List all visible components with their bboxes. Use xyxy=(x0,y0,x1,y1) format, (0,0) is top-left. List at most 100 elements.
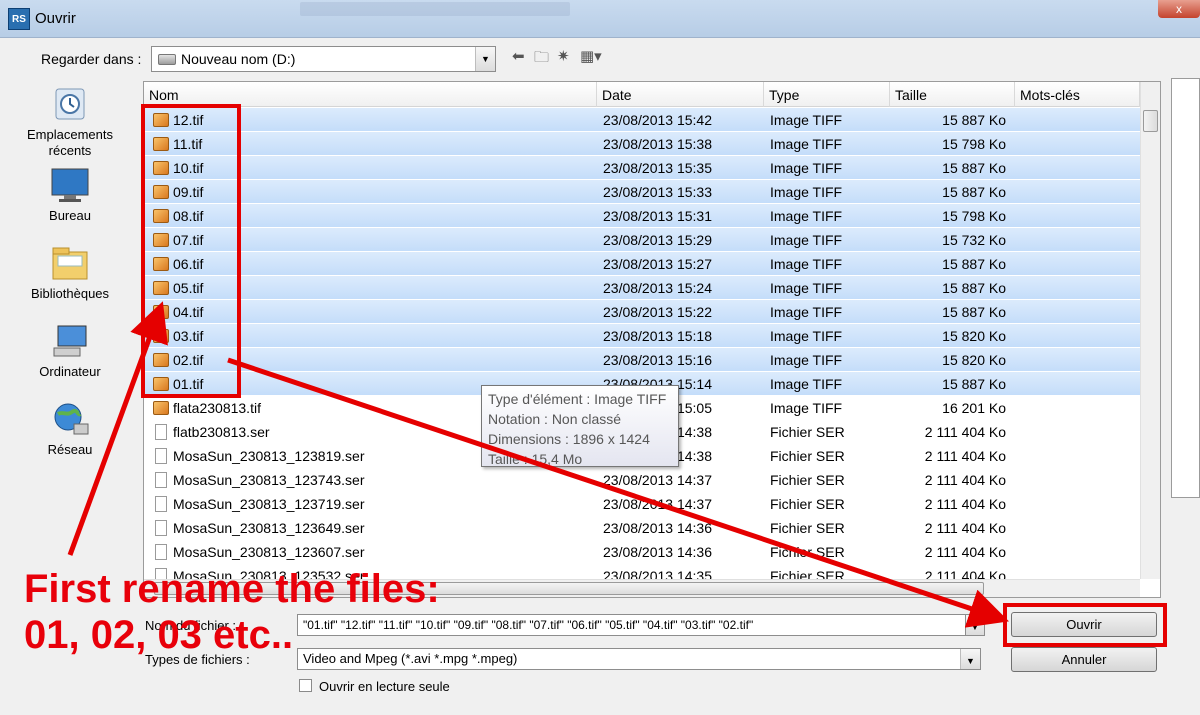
column-type[interactable]: Type xyxy=(764,82,890,107)
file-size: 15 820 Ko xyxy=(942,328,1006,344)
file-row[interactable]: 02.tif 23/08/2013 15:16 Image TIFF 15 820 K… xyxy=(144,348,1140,372)
filename-dropdown-icon[interactable]: ▼ xyxy=(965,614,985,636)
background-window-strip xyxy=(300,2,570,16)
place-desktop[interactable]: Bureau xyxy=(0,166,140,223)
annotation-line-2: 01, 02, 03 etc.. xyxy=(24,613,294,657)
place-recent-label: Emplacements récents xyxy=(27,127,113,158)
file-type: Image TIFF xyxy=(770,256,843,272)
file-size: 15 887 Ko xyxy=(942,112,1006,128)
file-name: flata230813.tif xyxy=(173,400,261,416)
file-row[interactable]: 03.tif 23/08/2013 15:18 Image TIFF 15 820 K… xyxy=(144,324,1140,348)
app-icon: RS xyxy=(8,8,30,30)
libraries-icon xyxy=(50,244,90,282)
file-date: 23/08/2013 15:18 xyxy=(603,328,712,344)
file-date: 23/08/2013 15:31 xyxy=(603,208,712,224)
annotation-box-open xyxy=(1003,603,1167,647)
column-date[interactable]: Date xyxy=(597,82,764,107)
file-row[interactable]: MosaSun_230813_123649.ser 23/08/2013 14:3… xyxy=(144,516,1140,540)
file-type: Image TIFF xyxy=(770,352,843,368)
file-tooltip: Type d'élément : Image TIFF Notation : N… xyxy=(481,385,679,467)
column-size[interactable]: Taille xyxy=(890,82,1015,107)
file-type: Image TIFF xyxy=(770,160,843,176)
place-libraries-label: Bibliothèques xyxy=(30,286,110,301)
file-size: 2 111 404 Ko xyxy=(924,448,1006,464)
vertical-scrollbar[interactable] xyxy=(1140,82,1160,579)
file-type: Image TIFF xyxy=(770,208,843,224)
file-date: 23/08/2013 14:37 xyxy=(603,496,712,512)
file-name: MosaSun_230813_123819.ser xyxy=(173,448,365,464)
ser-file-icon xyxy=(155,520,167,536)
file-row[interactable]: 09.tif 23/08/2013 15:33 Image TIFF 15 887 K… xyxy=(144,180,1140,204)
file-size: 15 798 Ko xyxy=(942,208,1006,224)
look-in-label: Regarder dans : xyxy=(41,51,142,67)
ser-file-icon xyxy=(155,472,167,488)
look-in-value: Nouveau nom (D:) xyxy=(181,51,296,67)
file-type: Image TIFF xyxy=(770,400,843,416)
places-bar: Emplacements récents Bureau Bibliothèque… xyxy=(0,80,140,500)
filetype-combobox[interactable]: Video and Mpeg (*.avi *.mpg *.mpeg) ▼ xyxy=(297,648,981,670)
look-in-combobox[interactable]: Nouveau nom (D:) ▼ xyxy=(151,46,496,72)
file-row[interactable]: 05.tif 23/08/2013 15:24 Image TIFF 15 887 K… xyxy=(144,276,1140,300)
place-network[interactable]: Réseau xyxy=(0,400,140,457)
drive-icon xyxy=(158,54,176,65)
file-row[interactable]: MosaSun_230813_123607.ser 23/08/2013 14:3… xyxy=(144,540,1140,564)
file-size: 15 887 Ko xyxy=(942,160,1006,176)
file-date: 23/08/2013 15:24 xyxy=(603,280,712,296)
file-date: 23/08/2013 15:22 xyxy=(603,304,712,320)
place-desktop-label: Bureau xyxy=(49,208,91,223)
file-date: 23/08/2013 14:37 xyxy=(603,472,712,488)
place-recent[interactable]: Emplacements récents xyxy=(0,85,140,159)
readonly-checkbox[interactable] xyxy=(299,679,312,692)
cancel-button[interactable]: Annuler xyxy=(1011,647,1157,672)
file-name: MosaSun_230813_123743.ser xyxy=(173,472,365,488)
file-date: 23/08/2013 14:36 xyxy=(603,544,712,560)
file-date: 23/08/2013 15:35 xyxy=(603,160,712,176)
file-type: Fichier SER xyxy=(770,424,845,440)
tooltip-type: Type d'élément : Image TIFF xyxy=(488,391,667,407)
file-row[interactable]: 06.tif 23/08/2013 15:27 Image TIFF 15 887 K… xyxy=(144,252,1140,276)
file-name: MosaSun_230813_123607.ser xyxy=(173,544,365,560)
window-title: Ouvrir xyxy=(35,10,76,27)
chevron-down-icon[interactable]: ▼ xyxy=(475,47,495,71)
file-row[interactable]: 04.tif 23/08/2013 15:22 Image TIFF 15 887 K… xyxy=(144,300,1140,324)
file-type: Image TIFF xyxy=(770,136,843,152)
up-folder-icon[interactable]: 🗀 xyxy=(534,47,549,72)
new-folder-icon[interactable]: ✷ xyxy=(557,47,570,65)
file-size: 15 887 Ko xyxy=(942,184,1006,200)
filename-input[interactable]: "01.tif" "12.tif" "11.tif" "10.tif" "09.… xyxy=(297,614,985,636)
file-row[interactable]: 07.tif 23/08/2013 15:29 Image TIFF 15 732 K… xyxy=(144,228,1140,252)
file-size: 15 820 Ko xyxy=(942,352,1006,368)
file-type: Fichier SER xyxy=(770,520,845,536)
view-menu-icon[interactable]: ▦▾ xyxy=(580,47,602,65)
ser-file-icon xyxy=(155,544,167,560)
recent-places-icon xyxy=(50,85,90,123)
file-size: 2 111 404 Ko xyxy=(924,520,1006,536)
column-header: Nom Date Type Taille Mots-clés xyxy=(144,82,1140,107)
place-computer[interactable]: Ordinateur xyxy=(0,322,140,379)
file-row[interactable]: 10.tif 23/08/2013 15:35 Image TIFF 15 887 K… xyxy=(144,156,1140,180)
chevron-down-icon[interactable]: ▼ xyxy=(960,649,980,669)
computer-icon xyxy=(50,322,90,360)
file-row[interactable]: 12.tif 23/08/2013 15:42 Image TIFF 15 887 K… xyxy=(144,108,1140,132)
close-button[interactable]: x xyxy=(1158,0,1200,18)
file-type: Image TIFF xyxy=(770,280,843,296)
place-libraries[interactable]: Bibliothèques xyxy=(0,244,140,301)
file-row[interactable]: 11.tif 23/08/2013 15:38 Image TIFF 15 798 K… xyxy=(144,132,1140,156)
file-size: 2 111 404 Ko xyxy=(924,496,1006,512)
file-type: Image TIFF xyxy=(770,376,843,392)
annotation-box-files xyxy=(141,104,241,398)
file-date: 23/08/2013 15:33 xyxy=(603,184,712,200)
back-icon[interactable]: ⬅ xyxy=(512,47,525,65)
file-list[interactable]: Nom Date Type Taille Mots-clés 12.tif 23/… xyxy=(143,81,1161,598)
vertical-scroll-thumb[interactable] xyxy=(1143,110,1158,132)
annotation-line-1: First rename the files: xyxy=(24,567,440,611)
file-row[interactable]: MosaSun_230813_123743.ser 23/08/2013 14:3… xyxy=(144,468,1140,492)
file-row[interactable]: 08.tif 23/08/2013 15:31 Image TIFF 15 798 K… xyxy=(144,204,1140,228)
file-size: 15 732 Ko xyxy=(942,232,1006,248)
file-row[interactable]: MosaSun_230813_123719.ser 23/08/2013 14:3… xyxy=(144,492,1140,516)
title-bar: RS Ouvrir x xyxy=(0,0,1200,38)
file-size: 15 887 Ko xyxy=(942,280,1006,296)
preview-pane xyxy=(1171,78,1200,498)
column-tags[interactable]: Mots-clés xyxy=(1015,82,1140,107)
file-name: flatb230813.ser xyxy=(173,424,270,440)
